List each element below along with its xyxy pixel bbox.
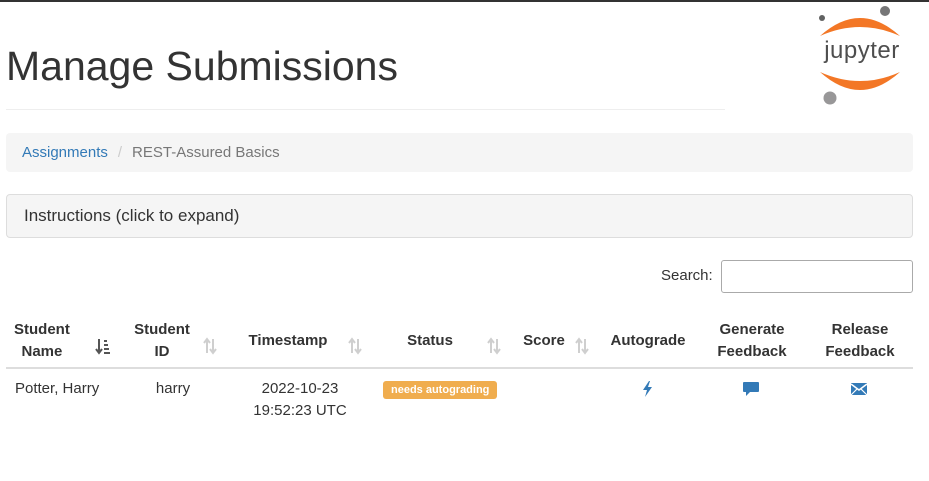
- cell-timestamp: 2022-10-23 19:52:23 UTC: [253, 380, 347, 419]
- bolt-icon[interactable]: [638, 380, 658, 398]
- jupyter-logo: jupyter: [812, 4, 908, 108]
- column-header-generate-feedback: Generate Feedback: [717, 321, 787, 360]
- search-input[interactable]: [721, 260, 913, 293]
- instructions-panel-toggle[interactable]: Instructions (click to expand): [6, 194, 913, 238]
- breadcrumb-separator: /: [117, 144, 123, 161]
- status-badge: needs autograding: [383, 381, 498, 399]
- jupyter-logo-text: jupyter: [824, 37, 900, 64]
- page-title: Manage Submissions: [6, 43, 398, 89]
- column-header-score[interactable]: Score: [521, 314, 567, 368]
- sort-icon[interactable]: [486, 336, 502, 356]
- cell-student-name: Potter, Harry: [15, 380, 100, 397]
- column-header-autograde: Autograde: [610, 332, 686, 349]
- search-label: Search:: [661, 267, 713, 284]
- column-header-student-name[interactable]: Student Name: [14, 314, 74, 368]
- cell-student-id: harry: [155, 380, 191, 397]
- sort-icon[interactable]: [202, 336, 218, 356]
- breadcrumb: Assignments / REST-Assured Basics: [6, 133, 913, 172]
- title-divider: [6, 109, 725, 110]
- table-header-divider: [6, 367, 913, 369]
- sort-amount-desc-icon[interactable]: [95, 336, 111, 356]
- sort-icon[interactable]: [574, 336, 590, 356]
- breadcrumb-assignments-link[interactable]: Assignments: [22, 144, 108, 161]
- top-border: [0, 0, 929, 2]
- column-header-release-feedback: Release Feedback: [825, 321, 895, 360]
- column-header-timestamp[interactable]: Timestamp: [246, 314, 330, 368]
- column-header-student-id[interactable]: Student ID: [131, 314, 193, 368]
- breadcrumb-current: REST-Assured Basics: [132, 144, 280, 161]
- envelope-icon[interactable]: [849, 380, 869, 398]
- column-header-status[interactable]: Status: [404, 314, 456, 368]
- comment-icon[interactable]: [741, 380, 761, 398]
- sort-icon[interactable]: [347, 336, 363, 356]
